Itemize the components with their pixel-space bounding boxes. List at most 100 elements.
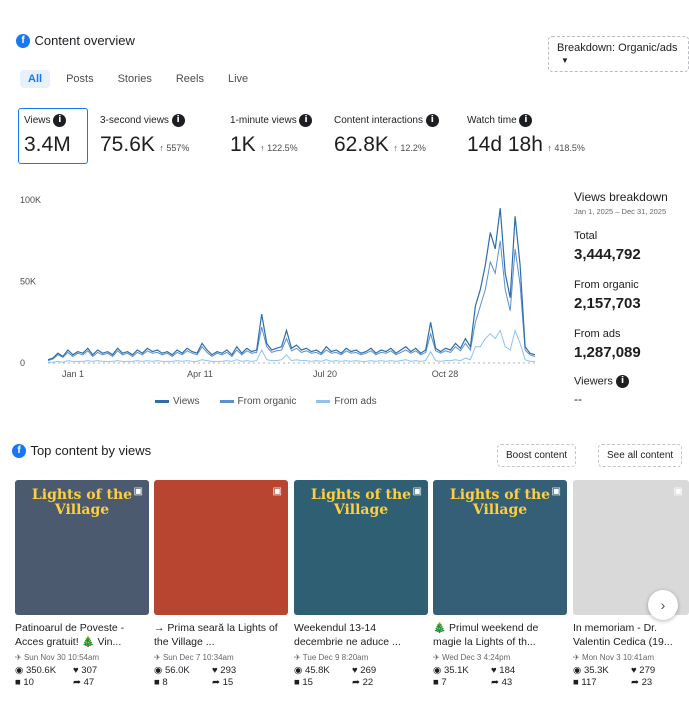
shares-stat: ➦ 23 — [631, 677, 653, 688]
legend-item-ads[interactable]: From ads — [316, 396, 377, 407]
total-label: Total — [574, 230, 598, 242]
tab-live[interactable]: Live — [228, 73, 248, 85]
info-icon: i — [519, 114, 533, 127]
content-card[interactable]: Lights of the Village ▣ Weekendul 13-14 … — [294, 480, 428, 710]
content-thumbnail[interactable]: Lights of the Village ▣ — [294, 480, 428, 615]
pin-icon: ✈ — [433, 653, 440, 662]
metric-change: ↑ 418.5% — [547, 143, 585, 153]
content-thumbnail[interactable]: ▣ — [154, 480, 288, 615]
content-card[interactable]: Lights of the Village ▣ Patinoarul de Po… — [15, 480, 149, 710]
legend-label: From ads — [334, 396, 377, 407]
content-card[interactable]: ▣ → Prima seară la Lights of the Village… — [154, 480, 288, 710]
info-icon: i — [299, 114, 313, 127]
legend-item-organic[interactable]: From organic — [219, 396, 297, 407]
metric-value: 14d 18h — [467, 133, 543, 156]
views-stat: ◉ 350.6K — [15, 665, 57, 676]
heart-icon: ♥ — [212, 665, 218, 676]
eye-icon: ◉ — [433, 665, 442, 676]
series-line-from-organic — [47, 240, 536, 362]
content-stats: ◉ 35.1K ♥ 184 ■ 7 ➦ 43 — [433, 665, 567, 688]
legend-item-views[interactable]: Views — [155, 396, 200, 407]
content-type-tabs: All Posts Stories Reels Live — [20, 70, 248, 88]
reel-icon: ▣ — [133, 486, 143, 497]
tab-stories[interactable]: Stories — [118, 73, 152, 85]
metric-label: Views — [24, 115, 51, 127]
facebook-icon: f — [16, 33, 30, 48]
info-icon: i — [171, 114, 185, 127]
caret-down-icon: ▼ — [561, 56, 569, 65]
tab-all[interactable]: All — [20, 70, 51, 88]
heart-icon: ♥ — [631, 665, 637, 676]
reel-icon: ▣ — [551, 486, 561, 497]
organic-label: From organic — [574, 279, 639, 291]
content-date: ✈ Tue Dec 9 8:20am — [294, 653, 369, 662]
see-all-content-button[interactable]: See all content — [598, 444, 683, 467]
content-title: 🎄 Primul weekend de magie la Lights of t… — [433, 622, 539, 648]
boost-content-button[interactable]: Boost content — [497, 444, 577, 467]
total-value: 3,444,792 — [574, 246, 641, 263]
metric-3-second-views[interactable]: 3-second views i 75.6K ↑ 557% — [100, 114, 189, 157]
pin-icon: ✈ — [573, 653, 580, 662]
comment-icon: ■ — [154, 677, 160, 688]
heart-icon: ♥ — [352, 665, 358, 676]
views-stat: ◉ 56.0K — [154, 665, 190, 676]
likes-stat: ♥ 184 — [491, 665, 516, 676]
viewers-label: Viewers — [574, 375, 613, 388]
legend-swatch — [219, 399, 234, 403]
breakdown-dropdown[interactable]: Breakdown: Organic/ads ▼ — [548, 36, 689, 72]
pin-icon: ✈ — [294, 653, 301, 662]
content-overview-header: f Content overview — [16, 32, 135, 50]
views-breakdown-panel: Views breakdown Jan 1, 2025 – Dec 31, 20… — [574, 190, 689, 406]
facebook-icon: f — [12, 443, 26, 458]
likes-stat: ♥ 307 — [73, 665, 98, 676]
pin-icon: ✈ — [15, 653, 22, 662]
chevron-right-icon: › — [660, 597, 666, 613]
y-tick-label: 50K — [20, 277, 36, 287]
views-line-chart: 100K 50K 0 Jan 1 Apr 11 Jul 20 Oct 28 — [20, 195, 536, 379]
share-icon: ➦ — [491, 677, 499, 688]
top-content-title: Top content by views — [30, 443, 152, 458]
legend-swatch — [316, 399, 331, 403]
metric-change: ↑ 12.2% — [393, 143, 426, 153]
heart-icon: ♥ — [73, 665, 79, 676]
metric-views[interactable]: Views i 3.4M — [18, 108, 88, 164]
breakdown-date-range: Jan 1, 2025 – Dec 31, 2025 — [574, 207, 667, 216]
shares-stat: ➦ 43 — [491, 677, 513, 688]
x-tick-label: Jan 1 — [62, 369, 84, 379]
comments-stat: ■ 7 — [433, 677, 447, 688]
metric-content-interactions[interactable]: Content interactions i 62.8K ↑ 12.2% — [334, 114, 439, 157]
likes-stat: ♥ 269 — [352, 665, 377, 676]
content-date: ✈ Sun Nov 30 10:54am — [15, 653, 100, 662]
metric-1-minute-views[interactable]: 1-minute views i 1K ↑ 122.5% — [230, 114, 313, 157]
legend-label: Views — [173, 396, 200, 407]
comment-icon: ■ — [433, 677, 439, 688]
tab-posts[interactable]: Posts — [66, 73, 94, 85]
legend-label: From organic — [237, 396, 297, 407]
metric-value: 75.6K — [100, 133, 155, 156]
tab-reels[interactable]: Reels — [176, 73, 204, 85]
share-icon: ➦ — [212, 677, 220, 688]
x-tick-label: Apr 11 — [187, 369, 213, 379]
likes-stat: ♥ 293 — [212, 665, 237, 676]
content-date: ✈ Mon Nov 3 10:41am — [573, 653, 654, 662]
shares-stat: ➦ 22 — [352, 677, 374, 688]
metric-value: 62.8K — [334, 133, 389, 156]
eye-icon: ◉ — [573, 665, 582, 676]
shares-stat: ➦ 15 — [212, 677, 234, 688]
top-content-header: f Top content by views — [12, 442, 151, 460]
comments-stat: ■ 8 — [154, 677, 168, 688]
eye-icon: ◉ — [294, 665, 303, 676]
next-arrow-button[interactable]: › — [648, 590, 678, 620]
content-card[interactable]: Lights of the Village ▣ 🎄 Primul weekend… — [433, 480, 567, 710]
content-thumbnail[interactable]: Lights of the Village ▣ — [433, 480, 567, 615]
share-icon: ➦ — [631, 677, 639, 688]
content-stats: ◉ 56.0K ♥ 293 ■ 8 ➦ 15 — [154, 665, 288, 688]
x-tick-label: Jul 20 — [313, 369, 337, 379]
eye-icon: ◉ — [154, 665, 163, 676]
y-tick-label: 0 — [20, 358, 25, 368]
metric-watch-time[interactable]: Watch time i 14d 18h ↑ 418.5% — [467, 114, 585, 157]
info-icon: i — [616, 375, 629, 388]
info-icon: i — [425, 114, 439, 127]
comments-stat: ■ 15 — [294, 677, 313, 688]
content-thumbnail[interactable]: Lights of the Village ▣ — [15, 480, 149, 615]
